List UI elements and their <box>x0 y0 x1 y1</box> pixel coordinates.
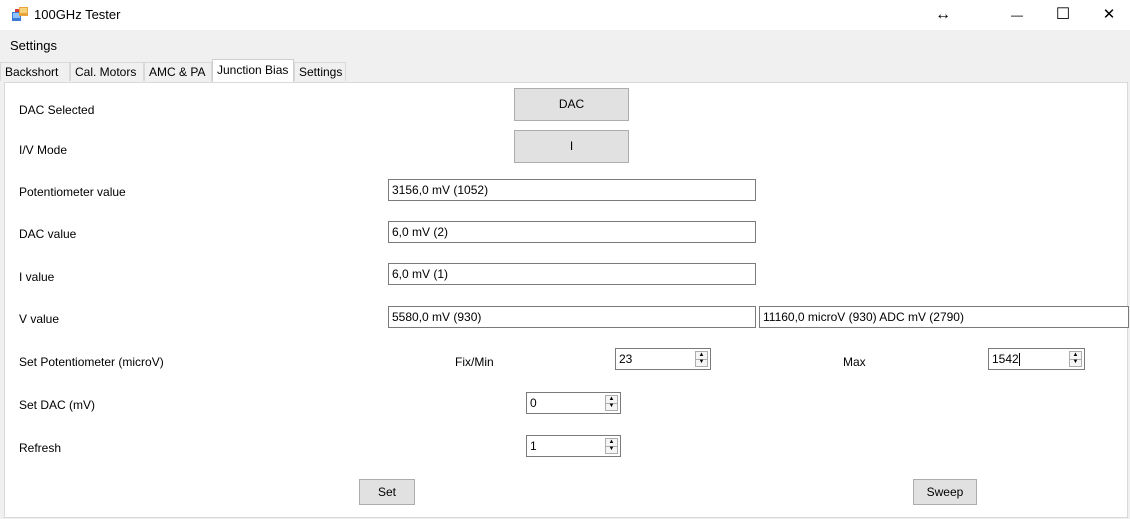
iv-mode-button[interactable]: I <box>514 130 629 163</box>
spin-up-icon[interactable]: ▲ <box>696 352 707 359</box>
dac-selected-button[interactable]: DAC <box>514 88 629 121</box>
app-icon <box>12 7 28 21</box>
fix-min-label: Fix/Min <box>455 355 494 369</box>
spin-down-icon[interactable]: ▼ <box>606 403 617 410</box>
fix-min-stepper[interactable]: 23 ▲ ▼ <box>615 348 711 370</box>
iv-mode-label: I/V Mode <box>19 143 68 157</box>
spin-down-icon[interactable]: ▼ <box>696 359 707 366</box>
refresh-spin-buttons[interactable]: ▲ ▼ <box>605 438 618 454</box>
spin-up-icon[interactable]: ▲ <box>1070 352 1081 359</box>
v-value-field[interactable]: 5580,0 mV (930) <box>388 306 756 328</box>
i-value-label: I value <box>19 270 55 284</box>
spin-up-icon[interactable]: ▲ <box>606 396 617 403</box>
dac-value-field[interactable]: 6,0 mV (2) <box>388 221 756 243</box>
resize-cursor-icon: ↔ <box>935 6 951 23</box>
refresh-stepper[interactable]: 1 ▲ ▼ <box>526 435 621 457</box>
v-value-adc-field[interactable]: 11160,0 microV (930) ADC mV (2790) <box>759 306 1129 328</box>
fix-min-spin-buttons[interactable]: ▲ ▼ <box>695 351 708 367</box>
i-value-field[interactable]: 6,0 mV (1) <box>388 263 756 285</box>
potentiometer-value-label: Potentiometer value <box>19 185 126 199</box>
tab-cal-motors[interactable]: Cal. Motors <box>70 62 144 81</box>
menu-settings[interactable]: Settings <box>10 38 57 53</box>
tab-backshort[interactable]: Backshort <box>0 62 70 81</box>
tab-settings[interactable]: Settings <box>294 62 346 81</box>
potentiometer-value-field[interactable]: 3156,0 mV (1052) <box>388 179 756 201</box>
max-value: 1542 <box>992 352 1020 367</box>
fix-min-value: 23 <box>619 352 633 366</box>
set-button[interactable]: Set <box>359 479 415 505</box>
set-dac-value: 0 <box>530 396 537 410</box>
refresh-value: 1 <box>530 439 537 453</box>
refresh-label: Refresh <box>19 441 62 455</box>
menu-bar <box>0 32 1130 58</box>
close-button[interactable]: ✕ <box>1086 0 1130 30</box>
window-title: 100GHz Tester <box>34 7 121 22</box>
spin-down-icon[interactable]: ▼ <box>606 446 617 453</box>
sweep-button[interactable]: Sweep <box>913 479 977 505</box>
v-value-label: V value <box>19 312 60 326</box>
set-dac-spin-buttons[interactable]: ▲ ▼ <box>605 395 618 411</box>
spin-up-icon[interactable]: ▲ <box>606 439 617 446</box>
tab-junction-bias[interactable]: Junction Bias <box>212 59 294 82</box>
tab-amc-pa[interactable]: AMC & PA <box>144 62 212 81</box>
set-dac-label: Set DAC (mV) <box>19 398 96 412</box>
max-spin-buttons[interactable]: ▲ ▼ <box>1069 351 1082 367</box>
text-caret <box>1018 353 1020 367</box>
max-label: Max <box>843 355 866 369</box>
set-potentiometer-label: Set Potentiometer (microV) <box>19 355 164 369</box>
dac-value-label: DAC value <box>19 227 77 241</box>
spin-down-icon[interactable]: ▼ <box>1070 359 1081 366</box>
minimize-button[interactable]: — <box>994 0 1040 30</box>
set-dac-stepper[interactable]: 0 ▲ ▼ <box>526 392 621 414</box>
max-stepper[interactable]: 1542 ▲ ▼ <box>988 348 1085 370</box>
maximize-button[interactable]: ☐ <box>1040 0 1086 30</box>
dac-selected-label: DAC Selected <box>19 103 95 117</box>
